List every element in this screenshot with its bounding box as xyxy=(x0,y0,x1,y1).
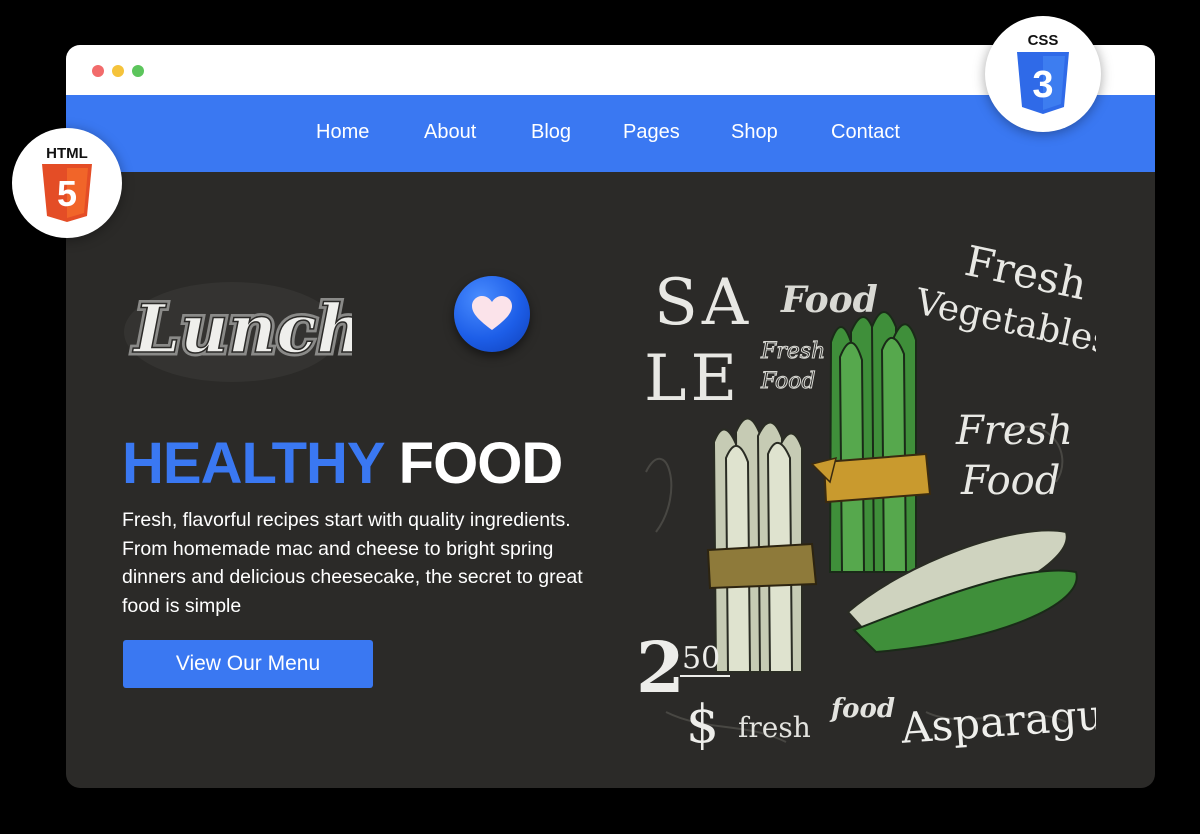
price-cents: 50 xyxy=(682,641,720,676)
white-asparagus-bundle xyxy=(706,417,818,673)
maximize-window-dot[interactable] xyxy=(132,65,144,77)
css3-badge-label: CSS xyxy=(1027,32,1059,49)
css3-logo-icon: 3 xyxy=(1017,52,1069,114)
view-menu-button[interactable]: View Our Menu xyxy=(123,640,373,688)
asparagus-label: Asparagus xyxy=(899,688,1096,753)
hero-headline: HEALTHY FOOD xyxy=(122,430,564,497)
sale-text-1: SA xyxy=(654,266,752,340)
favorite-badge[interactable] xyxy=(454,276,530,352)
html5-logo-icon: 5 xyxy=(42,164,92,222)
css3-number: 3 xyxy=(1032,64,1053,106)
hero-description: Fresh, flavorful recipes start with qual… xyxy=(122,509,583,617)
hero-section: Lunch Lunch HEALTHY FOOD Fresh, flavorfu… xyxy=(66,172,1155,788)
html5-badge-label: HTML xyxy=(46,145,88,162)
html5-badge: HTML 5 xyxy=(12,128,122,238)
css3-badge: CSS 3 xyxy=(985,16,1101,132)
nav-home[interactable]: Home xyxy=(316,121,369,144)
lunch-script-logo: Lunch Lunch xyxy=(124,282,352,382)
green-asparagus-bundle xyxy=(810,311,932,573)
lunch-script-text: Lunch xyxy=(132,290,352,368)
nav-shop[interactable]: Shop xyxy=(731,121,778,144)
price-whole: 2 xyxy=(636,626,685,709)
fresh-large-1: Fresh xyxy=(955,408,1073,454)
nav-about[interactable]: About xyxy=(424,121,476,144)
browser-window: Home About Blog Pages Shop Contact Lunch… xyxy=(66,45,1155,788)
fresh-bottom-label: fresh xyxy=(738,711,811,744)
headline-rest: FOOD xyxy=(398,431,564,496)
close-window-dot[interactable] xyxy=(92,65,104,77)
sale-text-2: LE xyxy=(644,342,741,416)
nav-contact[interactable]: Contact xyxy=(831,121,900,144)
nav-pages[interactable]: Pages xyxy=(623,121,680,144)
html5-number: 5 xyxy=(57,173,77,214)
headline-accent: HEALTHY xyxy=(122,431,385,496)
asparagus-chalkboard-illustration: SA LE Food Fresh Vegetables Fresh Food F… xyxy=(636,236,1096,755)
food-bottom-label: food xyxy=(829,694,895,724)
main-navbar: Home About Blog Pages Shop Contact xyxy=(66,95,1155,172)
fresh-small-2: Food xyxy=(760,369,816,394)
food-label-top: Food xyxy=(780,279,878,321)
minimize-window-dot[interactable] xyxy=(112,65,124,77)
fresh-large-2: Food xyxy=(960,458,1060,504)
price-currency: $ xyxy=(686,695,719,755)
nav-blog[interactable]: Blog xyxy=(531,121,571,144)
fresh-small-1: Fresh xyxy=(760,339,825,364)
heart-icon xyxy=(472,296,512,330)
